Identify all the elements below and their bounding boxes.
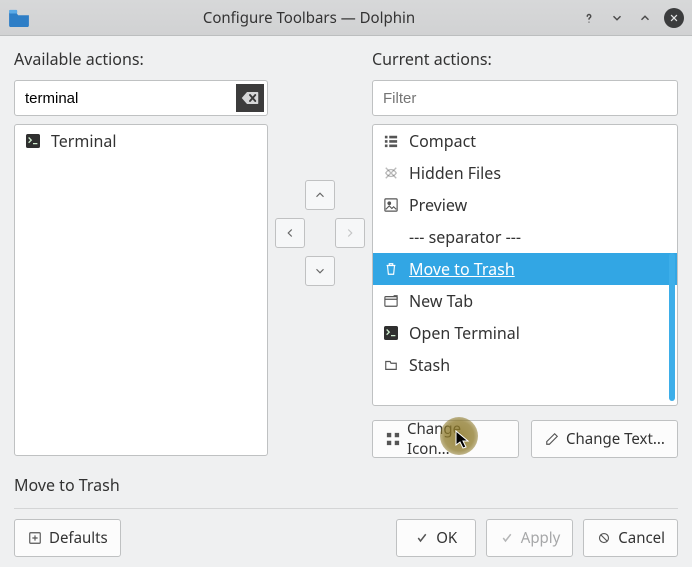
minimize-icon[interactable]: [608, 9, 626, 27]
pencil-icon: [544, 431, 560, 447]
list-item-label: Compact: [409, 130, 476, 152]
list-item-label: --- separator ---: [409, 226, 521, 248]
list-item-label: Move to Trash: [409, 258, 515, 280]
separator-icon: [383, 229, 399, 245]
window-title: Configure Toolbars — Dolphin: [38, 8, 580, 28]
list-item-label: Terminal: [51, 130, 117, 152]
button-label: Defaults: [49, 528, 108, 548]
change-icon-button[interactable]: Change Icon...: [372, 420, 519, 458]
current-actions-list[interactable]: Compact Hidden Files Preview --- separat…: [372, 124, 678, 406]
cancel-button[interactable]: Cancel: [583, 519, 678, 557]
defaults-button[interactable]: Defaults: [14, 519, 121, 557]
change-text-button[interactable]: Change Text...: [531, 420, 678, 458]
titlebar: Configure Toolbars — Dolphin: [0, 0, 692, 36]
defaults-icon: [27, 530, 43, 546]
button-label: OK: [436, 528, 457, 548]
stash-icon: [383, 357, 399, 373]
list-item[interactable]: New Tab: [373, 285, 677, 317]
list-item[interactable]: Move to Trash: [373, 253, 677, 285]
apply-button[interactable]: Apply: [486, 519, 574, 557]
maximize-icon[interactable]: [636, 9, 654, 27]
add-action-button[interactable]: [335, 218, 365, 248]
list-item[interactable]: Preview: [373, 189, 677, 221]
available-actions-list[interactable]: Terminal: [14, 124, 268, 456]
list-item-label: Hidden Files: [409, 162, 501, 184]
compact-icon: [383, 133, 399, 149]
list-item-label: Open Terminal: [409, 322, 520, 344]
button-label: Cancel: [618, 528, 665, 548]
trash-icon: [383, 261, 399, 277]
app-folder-icon: [8, 9, 30, 27]
list-item[interactable]: Terminal: [15, 125, 267, 157]
terminal-icon: [383, 325, 399, 341]
dialog-footer: Defaults OK Apply Cancel: [0, 509, 692, 567]
list-item[interactable]: Compact: [373, 125, 677, 157]
list-item[interactable]: Open Terminal: [373, 317, 677, 349]
help-icon[interactable]: [580, 9, 598, 27]
available-search-input[interactable]: [14, 80, 268, 116]
list-item-label: Preview: [409, 194, 467, 216]
preview-icon: [383, 197, 399, 213]
hidden-icon: [383, 165, 399, 181]
list-item[interactable]: Stash: [373, 349, 677, 381]
move-down-button[interactable]: [305, 256, 335, 286]
transfer-controls: [276, 48, 364, 378]
icon-grid-icon: [385, 431, 401, 447]
ok-button[interactable]: OK: [396, 519, 476, 557]
button-label: Apply: [521, 528, 561, 548]
list-item[interactable]: --- separator ---: [373, 221, 677, 253]
move-up-button[interactable]: [305, 180, 335, 210]
available-actions-label: Available actions:: [14, 48, 268, 70]
cancel-icon: [596, 530, 612, 546]
terminal-icon: [25, 133, 41, 149]
check-icon: [499, 530, 515, 546]
remove-action-button[interactable]: [275, 218, 305, 248]
clear-search-icon[interactable]: [236, 84, 264, 112]
check-icon: [414, 530, 430, 546]
list-item-label: New Tab: [409, 290, 473, 312]
list-item[interactable]: Hidden Files: [373, 157, 677, 189]
button-label: Change Icon...: [407, 419, 506, 459]
current-actions-label: Current actions:: [372, 48, 678, 70]
close-icon[interactable]: [664, 8, 684, 28]
list-item-label: Stash: [409, 354, 450, 376]
status-selected-action: Move to Trash: [0, 466, 692, 496]
current-filter-input[interactable]: [372, 80, 678, 116]
button-label: Change Text...: [566, 429, 665, 449]
newtab-icon: [383, 293, 399, 309]
